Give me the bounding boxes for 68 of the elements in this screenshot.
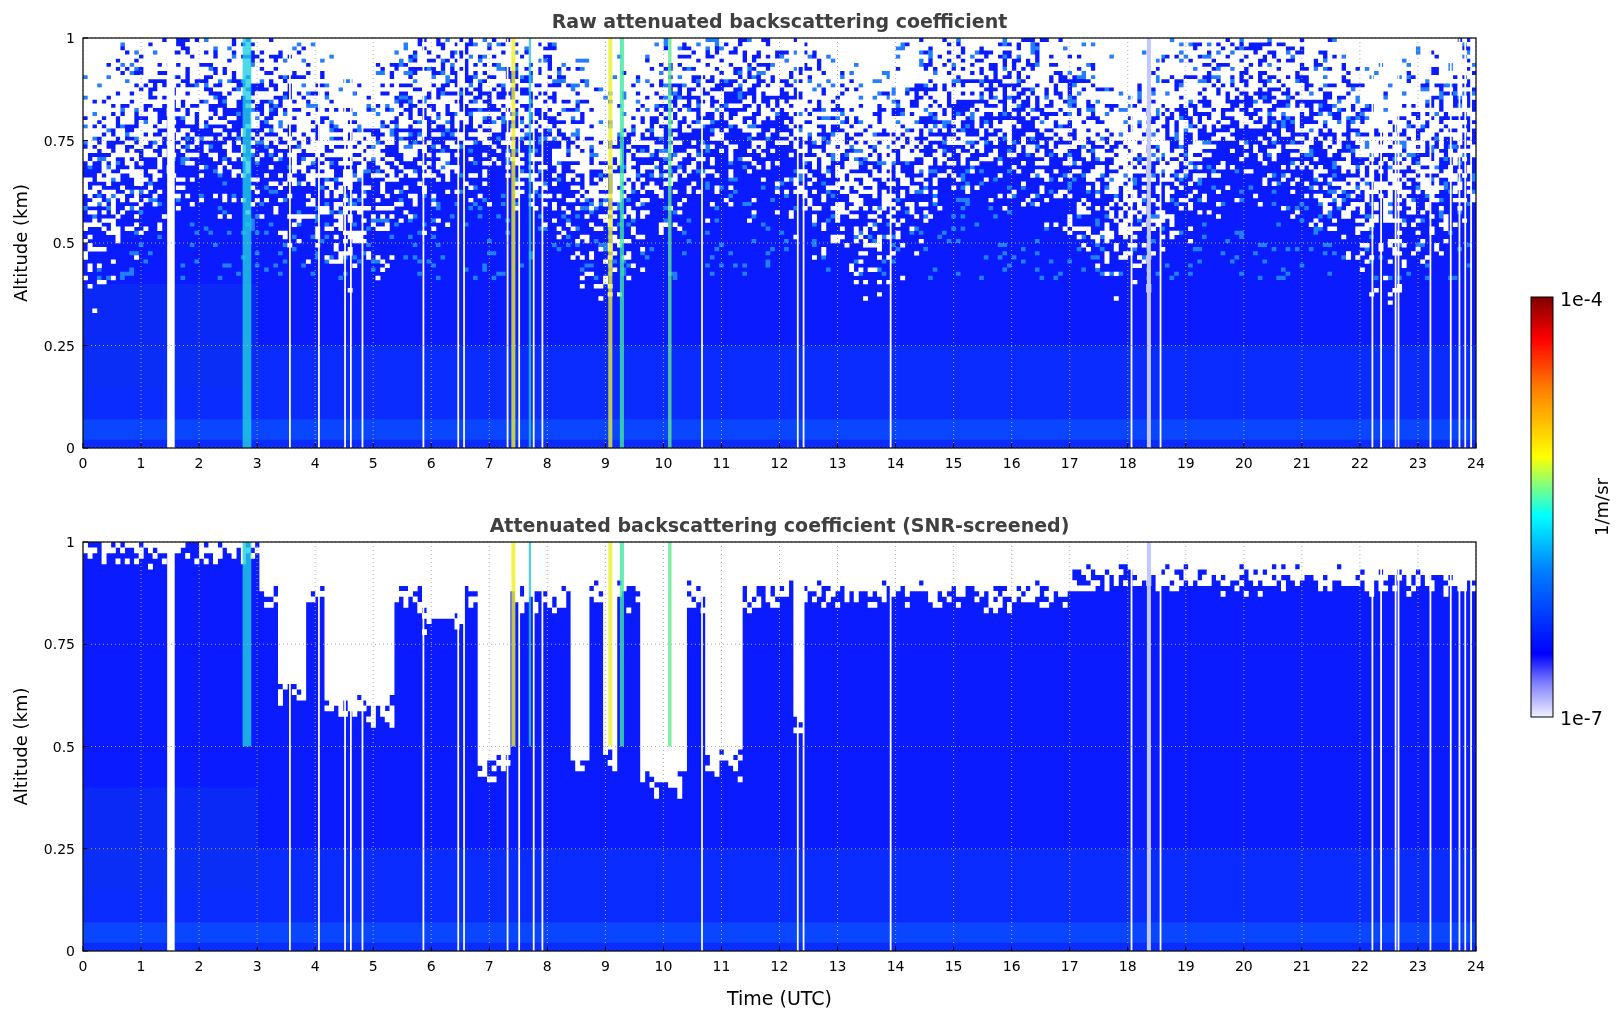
colorbar-max-label: 1e-4 (1560, 288, 1603, 310)
x-tick-label: 13 (828, 958, 847, 974)
y-tick-label: 0 (66, 440, 75, 456)
x-tick-label: 1 (136, 455, 146, 471)
y-tick-label: 0.25 (43, 337, 75, 354)
x-tick-label: 19 (1176, 455, 1195, 471)
x-tick-label: 19 (1176, 958, 1195, 974)
colorbar-min-label: 1e-7 (1560, 707, 1603, 729)
x-tick-label: 21 (1292, 455, 1311, 471)
x-tick-label: 24 (1467, 958, 1485, 974)
x-tick-label: 17 (1060, 958, 1079, 974)
x-tick-label: 22 (1351, 455, 1369, 471)
x-tick-label: 2 (194, 455, 204, 471)
x-tick-label: 24 (1467, 455, 1485, 471)
x-tick-label: 0 (78, 958, 88, 974)
x-tick-label: 23 (1409, 958, 1427, 974)
y-tick-label: 0.75 (43, 132, 75, 149)
x-tick-label: 5 (368, 455, 378, 471)
x-tick-label: 16 (1002, 455, 1021, 471)
x-tick-label: 20 (1234, 958, 1253, 974)
x-tick-label: 9 (600, 958, 610, 974)
x-tick-label: 5 (368, 958, 378, 974)
x-tick-label: 23 (1409, 455, 1427, 471)
x-tick-label: 12 (770, 958, 789, 974)
x-tick-label: 8 (542, 455, 552, 471)
x-tick-label: 9 (600, 455, 610, 471)
y-tick-label: 0.5 (52, 738, 75, 755)
x-tick-label: 21 (1292, 958, 1311, 974)
y-axis-label: Altitude (km) (10, 687, 31, 806)
x-tick-label: 16 (1002, 958, 1021, 974)
x-tick-label: 20 (1234, 455, 1253, 471)
y-tick-label: 1 (66, 534, 75, 550)
x-tick-label: 3 (252, 958, 262, 974)
y-tick-label: 0 (66, 943, 75, 959)
y-tick-label: 0.25 (43, 840, 75, 857)
x-tick-label: 7 (484, 958, 494, 974)
x-tick-label: 6 (426, 958, 436, 974)
plot-title: Raw attenuated backscattering coefficient (551, 10, 1008, 32)
x-tick-label: 2 (194, 958, 204, 974)
x-axis-label: Time (UTC) (727, 987, 832, 1009)
x-tick-label: 13 (828, 455, 847, 471)
x-tick-label: 4 (310, 455, 320, 471)
y-tick-label: 0.75 (43, 636, 75, 653)
x-tick-label: 10 (654, 455, 673, 471)
x-tick-label: 8 (542, 958, 552, 974)
x-tick-label: 10 (654, 958, 673, 974)
x-tick-label: 0 (78, 455, 88, 471)
x-tick-label: 11 (712, 455, 731, 471)
x-tick-label: 7 (484, 455, 494, 471)
x-tick-label: 17 (1060, 455, 1079, 471)
x-tick-label: 22 (1351, 958, 1369, 974)
x-tick-label: 18 (1118, 958, 1137, 974)
x-tick-label: 18 (1118, 455, 1137, 471)
y-axis-label: Altitude (km) (10, 183, 31, 303)
x-tick-label: 3 (252, 455, 262, 471)
x-tick-label: 11 (712, 958, 731, 974)
x-tick-label: 15 (944, 455, 963, 471)
x-tick-label: 4 (310, 958, 320, 974)
plot-title: Attenuated backscattering coefficient (SNR-screened) (489, 514, 1070, 536)
x-tick-label: 14 (886, 958, 905, 974)
x-tick-label: 15 (944, 958, 963, 974)
y-tick-label: 0.5 (52, 235, 75, 251)
x-tick-label: 6 (426, 455, 436, 471)
x-tick-label: 1 (136, 958, 146, 974)
colorbar-unit-label: 1/m/sr (1591, 478, 1612, 536)
y-tick-label: 1 (66, 30, 75, 46)
x-tick-label: 12 (770, 455, 789, 471)
x-tick-label: 14 (886, 455, 905, 471)
